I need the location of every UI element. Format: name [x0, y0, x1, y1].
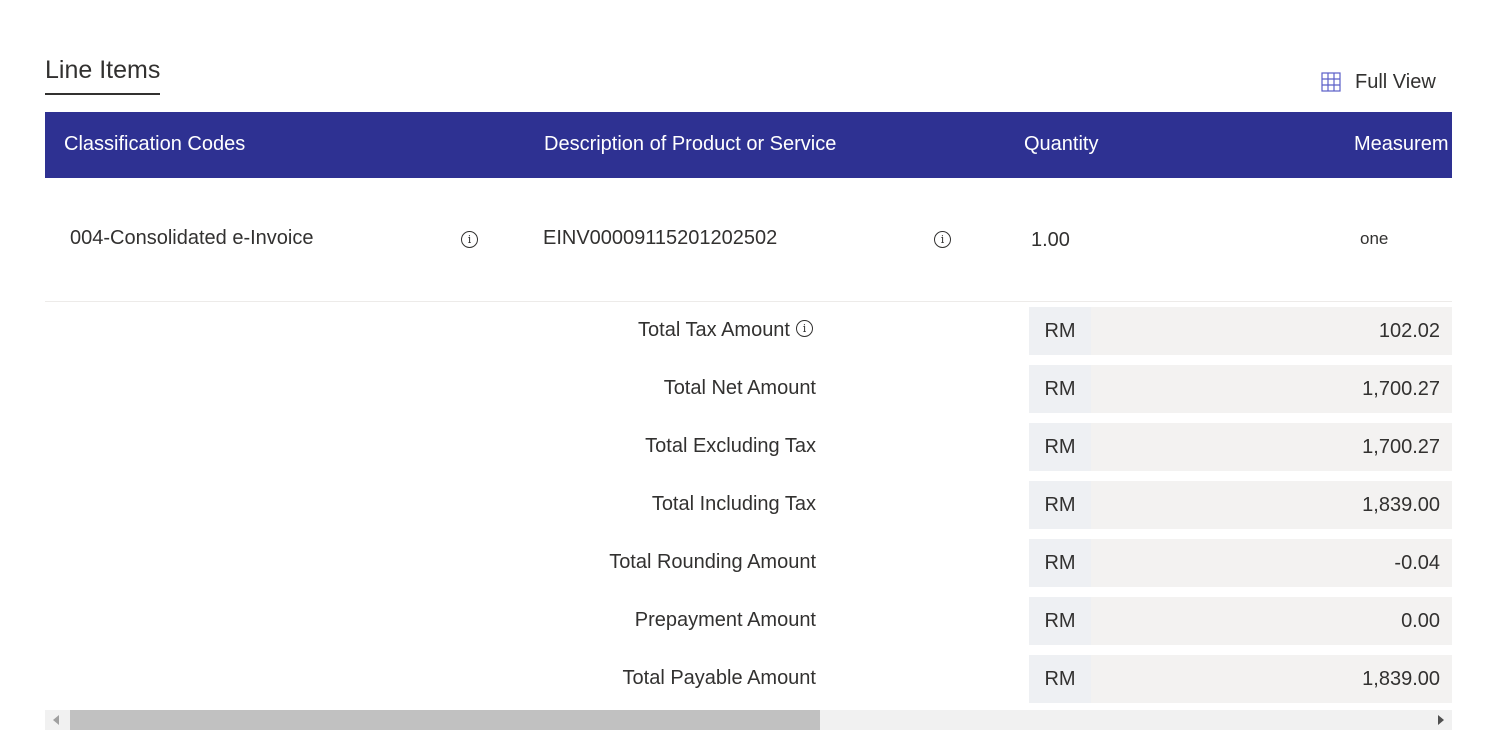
table-header: Classification Codes Description of Prod…	[45, 112, 1452, 178]
section-title: Line Items	[45, 56, 161, 95]
total-rounding-amount-row: Total Rounding Amount RM -0.04	[45, 539, 1452, 587]
total-tax-amount-row: Total Tax Amount i RM 102.02	[45, 307, 1452, 355]
classification-info-icon[interactable]: i	[461, 231, 478, 248]
total-including-tax-field: RM 1,839.00	[1029, 481, 1452, 529]
quantity-cell: 1.00	[1031, 229, 1070, 251]
total-excluding-tax-row: Total Excluding Tax RM 1,700.27	[45, 423, 1452, 471]
prepayment-amount-row: Prepayment Amount RM 0.00	[45, 597, 1452, 645]
table-row: 004-Consolidated e-Invoice i EINV0000911…	[45, 178, 1452, 302]
total-net-amount-row: Total Net Amount RM 1,700.27	[45, 365, 1452, 413]
total-label: Total Rounding Amount	[609, 551, 816, 573]
scroll-right-arrow-icon[interactable]	[1430, 710, 1452, 730]
horizontal-scrollbar[interactable]	[45, 710, 1452, 730]
currency-label: RM	[1029, 655, 1091, 703]
total-rounding-amount-field: RM -0.04	[1029, 539, 1452, 587]
prepayment-amount-field: RM 0.00	[1029, 597, 1452, 645]
total-including-tax-row: Total Including Tax RM 1,839.00	[45, 481, 1452, 529]
total-label: Prepayment Amount	[634, 609, 816, 631]
full-view-label: Full View	[1355, 70, 1436, 93]
full-view-button[interactable]: Full View	[1321, 68, 1436, 96]
total-tax-amount-field: RM 102.02	[1029, 307, 1452, 355]
currency-label: RM	[1029, 481, 1091, 529]
header-description[interactable]: Description of Product or Service	[544, 133, 836, 156]
total-label: Total Payable Amount	[622, 667, 816, 689]
line-items-table: Classification Codes Description of Prod…	[45, 112, 1452, 710]
amount-value: 1,839.00	[1362, 493, 1440, 516]
header-measurement[interactable]: Measurem	[1354, 133, 1448, 156]
currency-label: RM	[1029, 539, 1091, 587]
description-info-icon[interactable]: i	[934, 231, 951, 248]
amount-value: 1,700.27	[1362, 435, 1440, 458]
header-classification-codes[interactable]: Classification Codes	[64, 133, 245, 156]
total-net-amount-field: RM 1,700.27	[1029, 365, 1452, 413]
total-tax-info-icon[interactable]: i	[796, 320, 813, 337]
amount-value: 1,700.27	[1362, 377, 1440, 400]
measurement-cell: one	[1360, 229, 1389, 248]
amount-value: 102.02	[1378, 319, 1440, 342]
currency-label: RM	[1029, 307, 1091, 355]
total-label: Total Excluding Tax	[645, 435, 816, 457]
total-label: Total Tax Amount	[638, 319, 790, 341]
total-excluding-tax-field: RM 1,700.27	[1029, 423, 1452, 471]
scrollbar-thumb[interactable]	[70, 710, 820, 730]
header-quantity[interactable]: Quantity	[1024, 133, 1098, 156]
total-label: Total Including Tax	[651, 493, 816, 515]
amount-value: -0.04	[1394, 551, 1440, 574]
table-grid-icon	[1321, 72, 1341, 92]
currency-label: RM	[1029, 597, 1091, 645]
scroll-left-arrow-icon[interactable]	[45, 710, 67, 730]
total-label: Total Net Amount	[663, 377, 816, 399]
currency-label: RM	[1029, 365, 1091, 413]
total-payable-amount-row: Total Payable Amount RM 1,839.00	[45, 655, 1452, 703]
amount-value: 0.00	[1401, 609, 1440, 632]
currency-label: RM	[1029, 423, 1091, 471]
total-payable-amount-field: RM 1,839.00	[1029, 655, 1452, 703]
description-cell: EINV00009115201202502	[543, 227, 778, 249]
classification-code-cell: 004-Consolidated e-Invoice	[70, 227, 314, 249]
amount-value: 1,839.00	[1362, 667, 1440, 690]
